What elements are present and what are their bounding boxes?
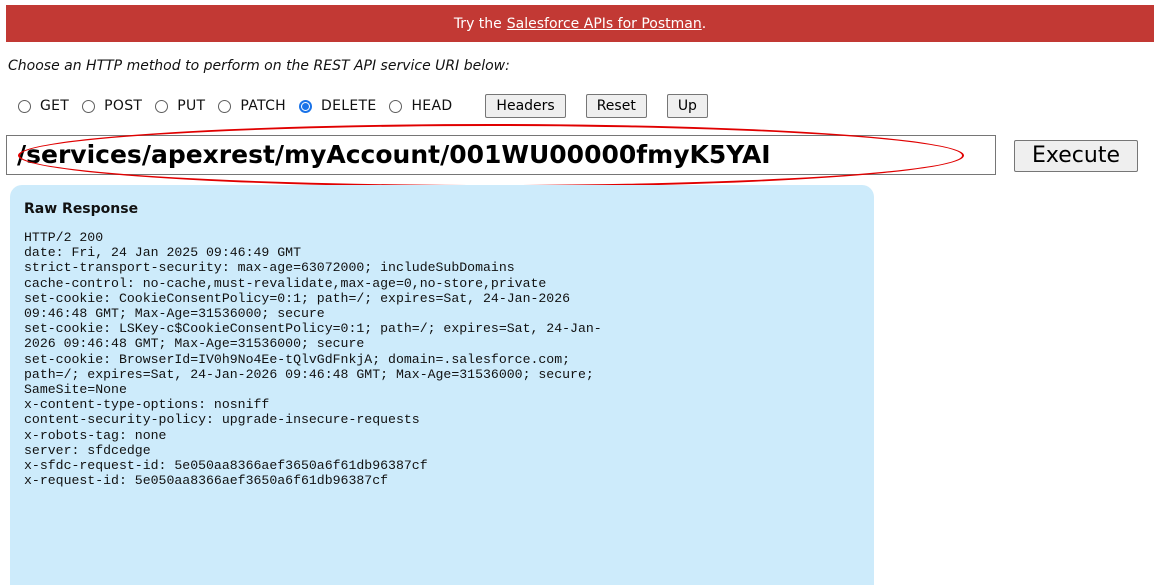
- method-label-head: HEAD: [411, 98, 453, 114]
- method-option-delete[interactable]: DELETE: [299, 98, 376, 114]
- response-line: date: Fri, 24 Jan 2025 09:46:49 GMT: [24, 245, 301, 261]
- radio-delete[interactable]: [299, 99, 312, 113]
- radio-put[interactable]: [155, 99, 169, 113]
- method-option-post[interactable]: POST: [82, 98, 142, 114]
- response-line: path=/; expires=Sat, 24-Jan-2026 09:46:4…: [24, 366, 594, 382]
- instruction-text: Choose an HTTP method to perform on the …: [8, 58, 510, 74]
- up-button[interactable]: Up: [666, 94, 708, 118]
- response-line: HTTP/2 200: [24, 230, 104, 245]
- response-line: SameSite=None: [24, 382, 127, 398]
- http-method-selector: GET POST PUT PATCH DELETE HEAD Headers R…: [18, 94, 708, 118]
- response-line: set-cookie: LSKey-c$CookieConsentPolicy=…: [24, 321, 602, 337]
- response-line: cache-control: no-cache,must-revalidate,…: [24, 275, 547, 291]
- response-line: 2026 09:46:48 GMT; Max-Age=31536000; sec…: [24, 336, 365, 352]
- postman-link[interactable]: Salesforce APIs for Postman: [507, 16, 702, 32]
- method-label-patch: PATCH: [240, 98, 286, 114]
- reset-button[interactable]: Reset: [585, 94, 647, 118]
- response-line: server: sfdcedge: [24, 442, 151, 458]
- headers-button[interactable]: Headers: [485, 94, 566, 118]
- response-line: x-request-id: 5e050aa8366aef3650a6f61db9…: [24, 473, 389, 489]
- execute-button[interactable]: Execute: [1014, 140, 1138, 172]
- response-line: content-security-policy: upgrade-insecur…: [24, 412, 420, 428]
- uri-input[interactable]: /services/apexrest/myAccount/001WU00000f…: [6, 135, 996, 175]
- response-line: 09:46:48 GMT; Max-Age=31536000; secure: [24, 306, 325, 322]
- method-option-get[interactable]: GET: [18, 98, 69, 114]
- response-line: strict-transport-security: max-age=63072…: [24, 260, 515, 276]
- banner-prefix: Try the: [453, 15, 502, 32]
- radio-post[interactable]: [82, 99, 96, 113]
- response-line: x-content-type-options: nosniff: [24, 397, 270, 413]
- response-line: x-sfdc-request-id: 5e050aa8366aef3650a6f…: [24, 458, 428, 474]
- response-line: set-cookie: BrowserId=IV0h9No4Ee-tQlvGdF…: [24, 351, 571, 367]
- response-body: HTTP/2 200 date: Fri, 24 Jan 2025 09:46:…: [24, 230, 860, 488]
- radio-head[interactable]: [389, 99, 403, 113]
- response-line: set-cookie: CookieConsentPolicy=0:1; pat…: [24, 290, 571, 306]
- response-line: x-robots-tag: none: [24, 427, 167, 443]
- response-title: Raw Response: [24, 201, 139, 217]
- postman-banner: Try the Salesforce APIs for Postman .: [6, 5, 1154, 42]
- radio-patch[interactable]: [218, 99, 232, 113]
- raw-response-panel: Raw Response HTTP/2 200 date: Fri, 24 Ja…: [10, 185, 874, 585]
- method-option-head[interactable]: HEAD: [389, 98, 452, 114]
- method-label-delete: DELETE: [321, 98, 377, 114]
- radio-get[interactable]: [18, 99, 31, 113]
- method-label-post: POST: [104, 98, 143, 114]
- method-label-put: PUT: [177, 98, 206, 114]
- method-label-get: GET: [40, 98, 70, 114]
- banner-suffix: .: [701, 15, 707, 32]
- method-option-put[interactable]: PUT: [155, 98, 205, 114]
- method-option-patch[interactable]: PATCH: [218, 98, 286, 114]
